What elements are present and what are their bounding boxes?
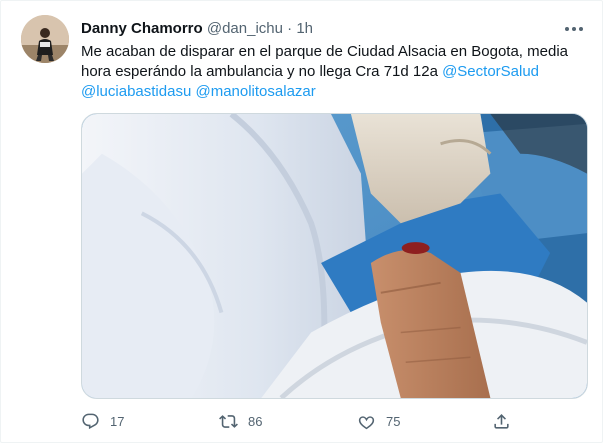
share-button[interactable] — [492, 407, 511, 435]
like-count: 75 — [386, 413, 401, 429]
tweet-photo[interactable] — [81, 113, 588, 399]
mention-luciabastidasu[interactable]: @luciabastidasu — [81, 83, 191, 100]
author-name[interactable]: Danny Chamorro — [81, 20, 203, 37]
reply-count: 17 — [110, 413, 125, 429]
retweet-button[interactable]: 86 — [219, 407, 357, 435]
tweet-header: Danny Chamorro @dan_ichu · 1h — [81, 19, 313, 39]
dot — [579, 27, 583, 31]
tweet-card[interactable]: Danny Chamorro @dan_ichu · 1h Me acaban … — [0, 0, 603, 443]
dot — [572, 27, 576, 31]
mention-sectorsalud[interactable]: @SectorSalud — [442, 63, 539, 80]
separator-dot: · — [287, 20, 293, 37]
tweet-text-line-1: Me acaban de disparar en el parque de Ci… — [81, 43, 568, 60]
more-options-icon[interactable] — [562, 17, 586, 41]
reply-icon — [82, 413, 99, 429]
heart-icon — [358, 415, 375, 429]
avatar[interactable] — [21, 15, 69, 63]
photo-content — [82, 114, 587, 398]
tweet-actions: 17 86 75 — [81, 407, 511, 435]
avatar-image — [21, 15, 69, 63]
dot — [565, 27, 569, 31]
like-button[interactable]: 75 — [357, 407, 495, 435]
author-handle[interactable]: @dan_ichu — [207, 20, 283, 37]
retweet-icon — [219, 414, 238, 428]
share-icon — [494, 413, 509, 429]
mention-manolitosalazar[interactable]: @manolitosalazar — [195, 83, 315, 100]
timestamp[interactable]: 1h — [296, 20, 313, 37]
tweet-text-line-2-prefix: hora esperándo la ambulancia y no llega … — [81, 63, 443, 80]
tweet-text-line-3: @luciabastidasu @manolitosalazar — [81, 82, 581, 102]
reply-button[interactable]: 17 — [81, 407, 219, 435]
tweet-text-line-2: hora esperándo la ambulancia y no llega … — [81, 62, 581, 82]
retweet-count: 86 — [248, 413, 263, 429]
tweet-text: Me acaban de disparar en el parque de Ci… — [81, 42, 581, 102]
